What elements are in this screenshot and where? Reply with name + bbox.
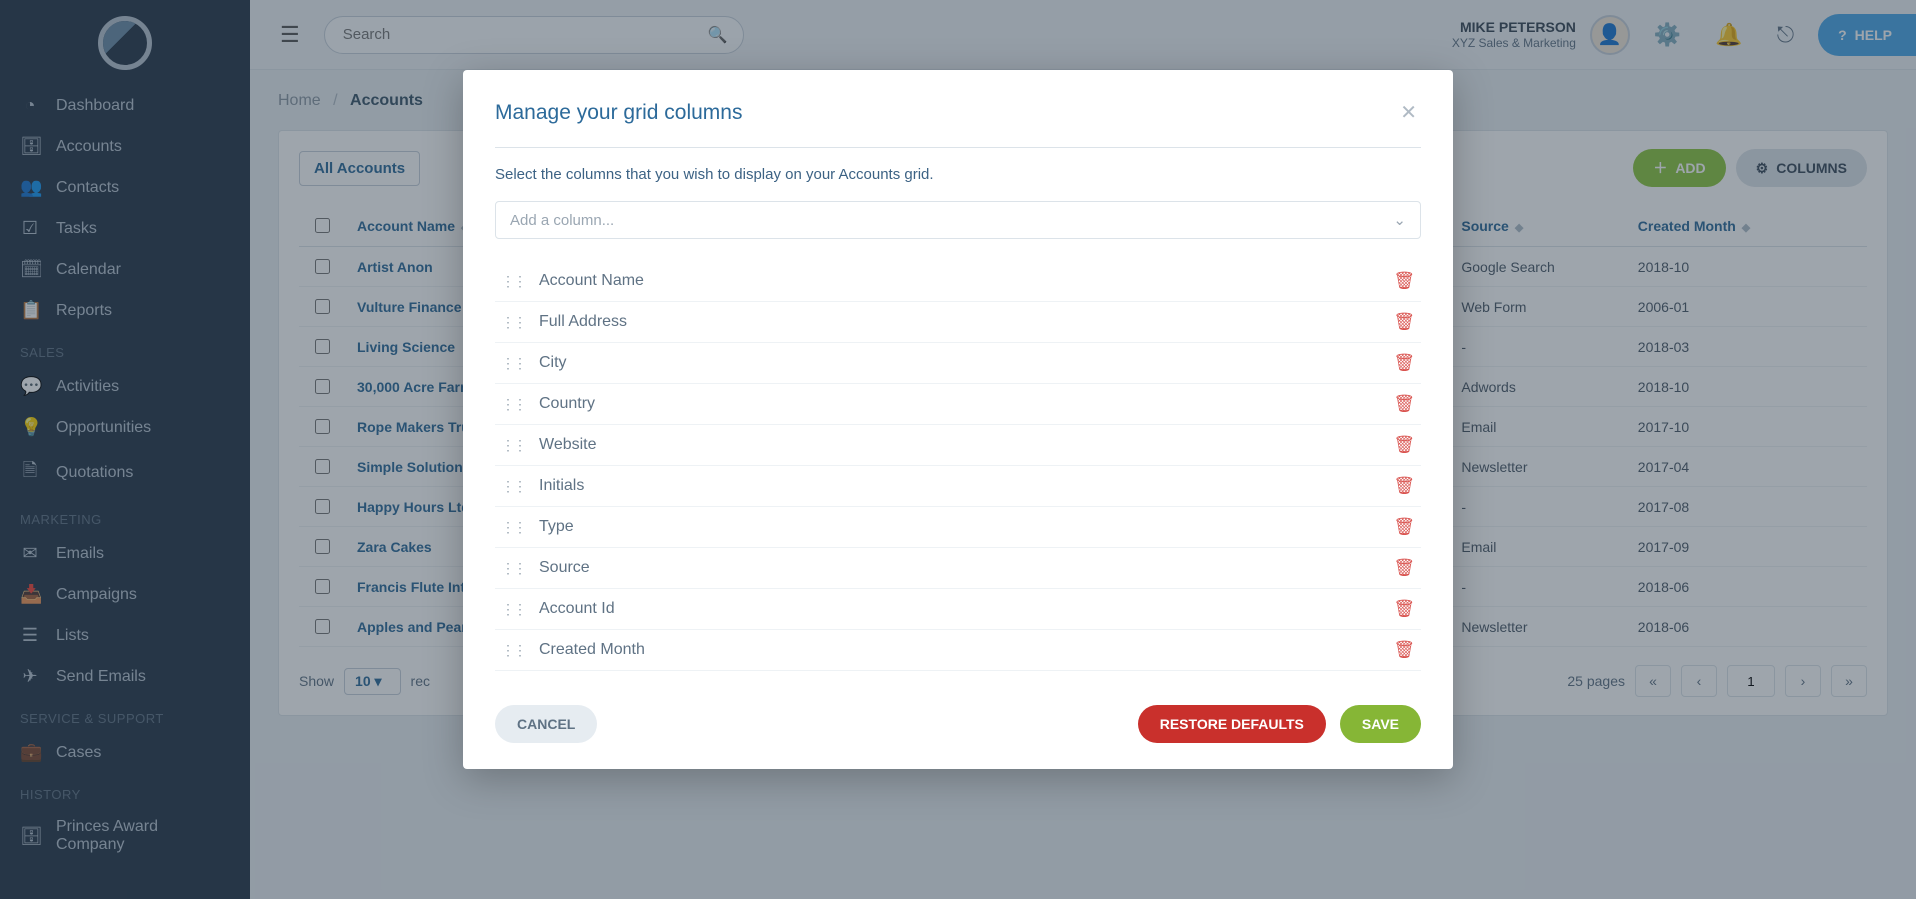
restore-defaults-button[interactable]: RESTORE DEFAULTS: [1138, 705, 1326, 743]
column-list: ⋮⋮ Account Name 🗑 ⋮⋮ Full Address 🗑 ⋮⋮ City 🗑 ⋮⋮ C…: [495, 261, 1421, 671]
column-item[interactable]: ⋮⋮ City 🗑: [495, 343, 1421, 384]
trash-icon[interactable]: 🗑: [1393, 558, 1415, 578]
drag-handle-icon[interactable]: ⋮⋮: [501, 560, 525, 577]
column-item[interactable]: ⋮⋮ Country 🗑: [495, 384, 1421, 425]
modal-overlay[interactable]: Manage your grid columns ✕ Select the co…: [0, 0, 1916, 899]
column-item[interactable]: ⋮⋮ Account Name 🗑: [495, 261, 1421, 302]
save-button[interactable]: SAVE: [1340, 705, 1421, 743]
trash-icon[interactable]: 🗑: [1393, 476, 1415, 496]
column-name: Source: [539, 559, 1379, 577]
column-name: Country: [539, 395, 1379, 413]
column-name: Account Name: [539, 272, 1379, 290]
manage-columns-modal: Manage your grid columns ✕ Select the co…: [463, 70, 1453, 769]
drag-handle-icon[interactable]: ⋮⋮: [501, 601, 525, 618]
add-column-placeholder: Add a column...: [510, 212, 614, 229]
column-item[interactable]: ⋮⋮ Full Address 🗑: [495, 302, 1421, 343]
drag-handle-icon[interactable]: ⋮⋮: [501, 396, 525, 413]
column-item[interactable]: ⋮⋮ Account Id 🗑: [495, 589, 1421, 630]
trash-icon[interactable]: 🗑: [1393, 435, 1415, 455]
column-item[interactable]: ⋮⋮ Website 🗑: [495, 425, 1421, 466]
trash-icon[interactable]: 🗑: [1393, 312, 1415, 332]
add-column-dropdown[interactable]: Add a column... ⌄: [495, 201, 1421, 239]
modal-subtitle: Select the columns that you wish to disp…: [495, 166, 1421, 183]
chevron-down-icon: ⌄: [1393, 211, 1406, 229]
column-item[interactable]: ⋮⋮ Created Month 🗑: [495, 630, 1421, 671]
drag-handle-icon[interactable]: ⋮⋮: [501, 478, 525, 495]
divider: [495, 147, 1421, 148]
column-name: Full Address: [539, 313, 1379, 331]
close-icon[interactable]: ✕: [1396, 96, 1421, 129]
column-item[interactable]: ⋮⋮ Type 🗑: [495, 507, 1421, 548]
drag-handle-icon[interactable]: ⋮⋮: [501, 519, 525, 536]
modal-title: Manage your grid columns: [495, 101, 742, 125]
drag-handle-icon[interactable]: ⋮⋮: [501, 642, 525, 659]
drag-handle-icon[interactable]: ⋮⋮: [501, 314, 525, 331]
column-name: Website: [539, 436, 1379, 454]
trash-icon[interactable]: 🗑: [1393, 271, 1415, 291]
column-name: Account Id: [539, 600, 1379, 618]
drag-handle-icon[interactable]: ⋮⋮: [501, 273, 525, 290]
trash-icon[interactable]: 🗑: [1393, 517, 1415, 537]
trash-icon[interactable]: 🗑: [1393, 599, 1415, 619]
trash-icon[interactable]: 🗑: [1393, 353, 1415, 373]
drag-handle-icon[interactable]: ⋮⋮: [501, 355, 525, 372]
column-name: Type: [539, 518, 1379, 536]
cancel-button[interactable]: CANCEL: [495, 705, 597, 743]
trash-icon[interactable]: 🗑: [1393, 394, 1415, 414]
column-name: Initials: [539, 477, 1379, 495]
column-name: Created Month: [539, 641, 1379, 659]
column-item[interactable]: ⋮⋮ Source 🗑: [495, 548, 1421, 589]
column-item[interactable]: ⋮⋮ Initials 🗑: [495, 466, 1421, 507]
column-name: City: [539, 354, 1379, 372]
drag-handle-icon[interactable]: ⋮⋮: [501, 437, 525, 454]
trash-icon[interactable]: 🗑: [1393, 640, 1415, 660]
